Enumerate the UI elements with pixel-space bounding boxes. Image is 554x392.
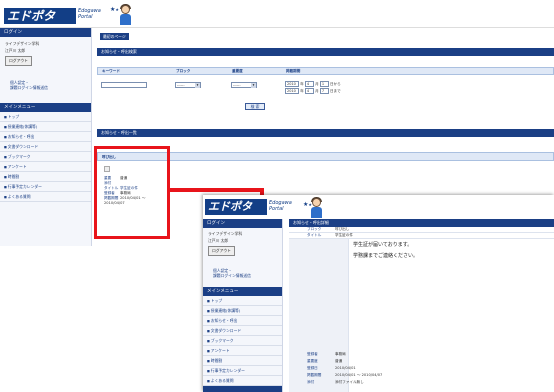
logo-text: エドポタ — [7, 9, 56, 23]
col-block: ブロック — [176, 69, 191, 73]
logout-button[interactable]: ログアウト — [5, 56, 32, 66]
detail-sidebar-item-bookmark[interactable]: ブックマーク — [203, 336, 282, 346]
detail-logout-button[interactable]: ログアウト — [208, 246, 235, 256]
search-columns: キーワード ブロック 重要度 掲載期間 — [97, 67, 554, 75]
from-month-select[interactable]: 4 — [304, 81, 314, 87]
search-panel: お知らせ・呼出検索 キーワード ブロック 重要度 掲載期間 ------ ▾ --… — [97, 48, 554, 120]
sidebar-item-faq[interactable]: よくある質問 — [0, 192, 91, 202]
detail-sidebar-item-download[interactable]: 文書ダウンロード — [203, 326, 282, 336]
sidebar-item-bookmark[interactable]: ブックマーク — [0, 152, 91, 162]
detail-logo[interactable]: エドポタ — [205, 199, 267, 215]
detail-sidebar-item-timetable[interactable]: 時間割 — [203, 356, 282, 366]
search-button[interactable]: 検 索 — [245, 103, 265, 110]
sidebar-item-download[interactable]: 文書ダウンロード — [0, 142, 91, 152]
detail-body: 学生証が届いております。 学務課までご連絡ください。 — [353, 241, 553, 261]
logo-sub: Edogawa Portal — [78, 8, 101, 20]
personal-link[interactable]: 個人認定・ 課題ログイン情報送信 — [0, 74, 91, 91]
detail-login-header: ログイン — [203, 219, 282, 228]
detail-panel: お知らせ・呼出詳細 ブロック 呼び出し タイトル 学生証の件 学生証が届いております… — [289, 219, 554, 392]
detail-personal-link[interactable]: 個人認定・ 課題ログイン情報送信 — [203, 262, 282, 279]
col-importance: 重要度 — [232, 69, 243, 73]
period-from: 2010 年 4 月 1 日から — [285, 81, 341, 87]
login-header: ログイン — [0, 28, 91, 37]
detail-row-registrant: 登録者 事務局 — [307, 352, 346, 356]
keyword-input[interactable] — [101, 82, 147, 88]
importance-select[interactable]: ------ ▾ — [231, 82, 257, 88]
body-line: 学務課までご連絡ください。 — [353, 253, 419, 259]
detail-row-attachment: 添付 添付ファイル無し — [307, 380, 364, 384]
col-period: 掲載期間 — [286, 69, 301, 73]
detail-sidebar-item-class-notice[interactable]: 授業連絡(休講等) — [203, 306, 282, 316]
header: エドポタ Edogawa Portal ★★ — [0, 0, 554, 28]
detail-row-period: 掲載期間 2010/04/01 ～ 2010/04/07 — [307, 373, 383, 377]
user-name: 江戸川 太郎 — [5, 48, 26, 53]
detail-logo-sub: Edogawa Portal — [269, 200, 292, 212]
sidebar-item-calendar[interactable]: 行事予定カレンダー — [0, 182, 91, 192]
detail-menu-header: メインメニュー — [203, 287, 282, 296]
highlight-box — [94, 146, 170, 239]
list-panel-title: お知らせ・呼出一覧 — [97, 129, 554, 137]
to-day-select[interactable]: 7 — [319, 88, 329, 94]
logo[interactable]: エドポタ — [4, 8, 76, 24]
detail-sidebar: ログイン ライフデザイン学科 江戸川 太郎 ログアウト 個人認定・ 課題ログイン… — [203, 219, 283, 392]
detail-sidebar-item-extra — [203, 386, 282, 392]
col-keyword: キーワード — [102, 69, 120, 73]
detail-mascot-icon — [309, 197, 323, 218]
detail-row-importance: 重要度 普通 — [307, 359, 343, 363]
detail-sidebar-item-top[interactable]: トップ — [203, 296, 282, 306]
detail-sidebar-item-calendar[interactable]: 行事予定カレンダー — [203, 366, 282, 376]
sidebar-item-survey[interactable]: アンケート — [0, 162, 91, 172]
body-line: 学生証が届いております。 — [353, 242, 413, 248]
from-year-select[interactable]: 2010 — [285, 81, 299, 87]
breadcrumb[interactable]: 最初のページ — [100, 33, 129, 40]
detail-screen: エドポタ Edogawa Portal ★★ ログイン ライフデザイン学科 江戸… — [203, 195, 554, 392]
detail-panel-title: お知らせ・呼出詳細 — [289, 219, 554, 227]
sidebar-item-top[interactable]: トップ — [0, 112, 91, 122]
block-select[interactable]: ------ ▾ — [175, 82, 201, 88]
search-panel-title: お知らせ・呼出検索 — [97, 48, 554, 56]
detail-row-date: 登録日 2010/04/01 — [307, 366, 356, 370]
school-name: ライフデザイン学科 — [5, 41, 40, 46]
from-day-select[interactable]: 1 — [319, 81, 329, 87]
sidebar-item-class-notice[interactable]: 授業連絡(休講等) — [0, 122, 91, 132]
detail-sidebar-item-news[interactable]: お知らせ・呼出 — [203, 316, 282, 326]
menu-header: メインメニュー — [0, 103, 91, 112]
to-month-select[interactable]: 4 — [304, 88, 314, 94]
detail-header: エドポタ Edogawa Portal ★★ — [203, 195, 554, 219]
to-year-select[interactable]: 2010 — [285, 88, 299, 94]
sidebar-item-timetable[interactable]: 時間割 — [0, 172, 91, 182]
sidebar: ログイン ライフデザイン学科 江戸川 太郎 ログアウト 個人認定・ 課題ログイン… — [0, 28, 92, 246]
detail-sidebar-item-faq[interactable]: よくある質問 — [203, 376, 282, 386]
detail-sidebar-item-survey[interactable]: アンケート — [203, 346, 282, 356]
period-to: 2010 年 4 月 7 日まで — [285, 88, 341, 94]
sidebar-item-news[interactable]: お知らせ・呼出 — [0, 132, 91, 142]
mascot-icon — [118, 4, 132, 25]
